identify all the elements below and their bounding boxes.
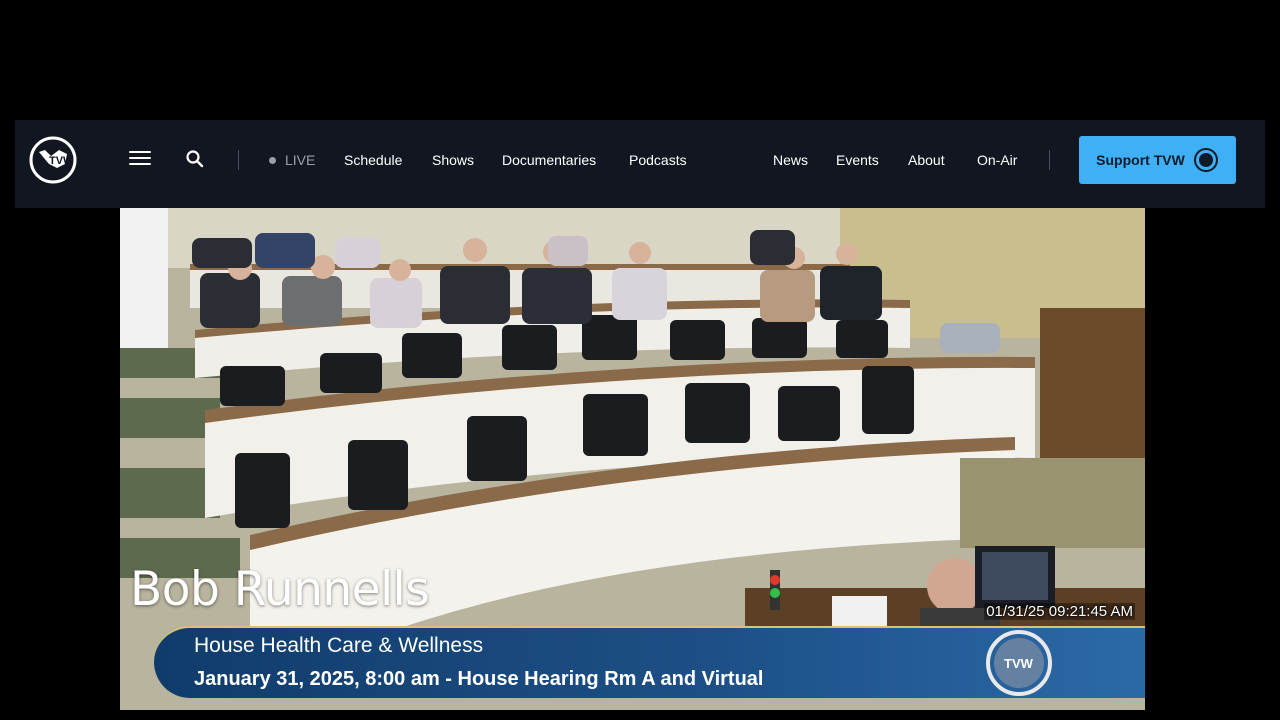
hamburger-menu-icon[interactable] [129,151,151,169]
tvw-badge-icon: TVW [986,630,1052,696]
nav-schedule[interactable]: Schedule [344,150,402,170]
logo-text: TVW [49,155,74,167]
video-timestamp: 01/31/25 09:21:45 AM [984,603,1135,620]
nav-documentaries[interactable]: Documentaries [502,150,596,170]
nav-news[interactable]: News [773,150,808,170]
nav-live[interactable]: LIVE [269,150,315,170]
lower-third-banner: House Health Care & Wellness January 31,… [154,626,1145,698]
search-icon[interactable] [185,149,205,169]
nav-events[interactable]: Events [836,150,879,170]
banner-title: House Health Care & Wellness [194,634,484,657]
live-dot-icon [269,156,276,164]
page: TVW LIVE Schedule Shows Documentaries Po… [0,0,1280,720]
nav-podcasts[interactable]: Podcasts [629,150,687,170]
nav-shows[interactable]: Shows [432,150,474,170]
banner-subtitle: January 31, 2025, 8:00 am - House Hearin… [194,668,764,690]
support-tvw-button[interactable]: Support TVW [1079,136,1236,184]
top-navigation: TVW LIVE Schedule Shows Documentaries Po… [15,120,1265,208]
nav-on-air[interactable]: On-Air [977,150,1017,170]
banner-logo-text: TVW [1004,656,1034,671]
video-player[interactable]: Bob Runnells 01/31/25 09:21:45 AM House … [120,208,1145,710]
speaker-name-caption: Bob Runnells [130,562,430,617]
nav-live-label: LIVE [285,152,316,168]
nav-divider [238,150,239,170]
nav-divider-right [1049,150,1050,170]
support-label: Support TVW [1096,152,1185,168]
tvw-logo-icon[interactable]: TVW [29,134,87,186]
tvw-badge-icon [1193,148,1218,172]
nav-about[interactable]: About [908,150,945,170]
